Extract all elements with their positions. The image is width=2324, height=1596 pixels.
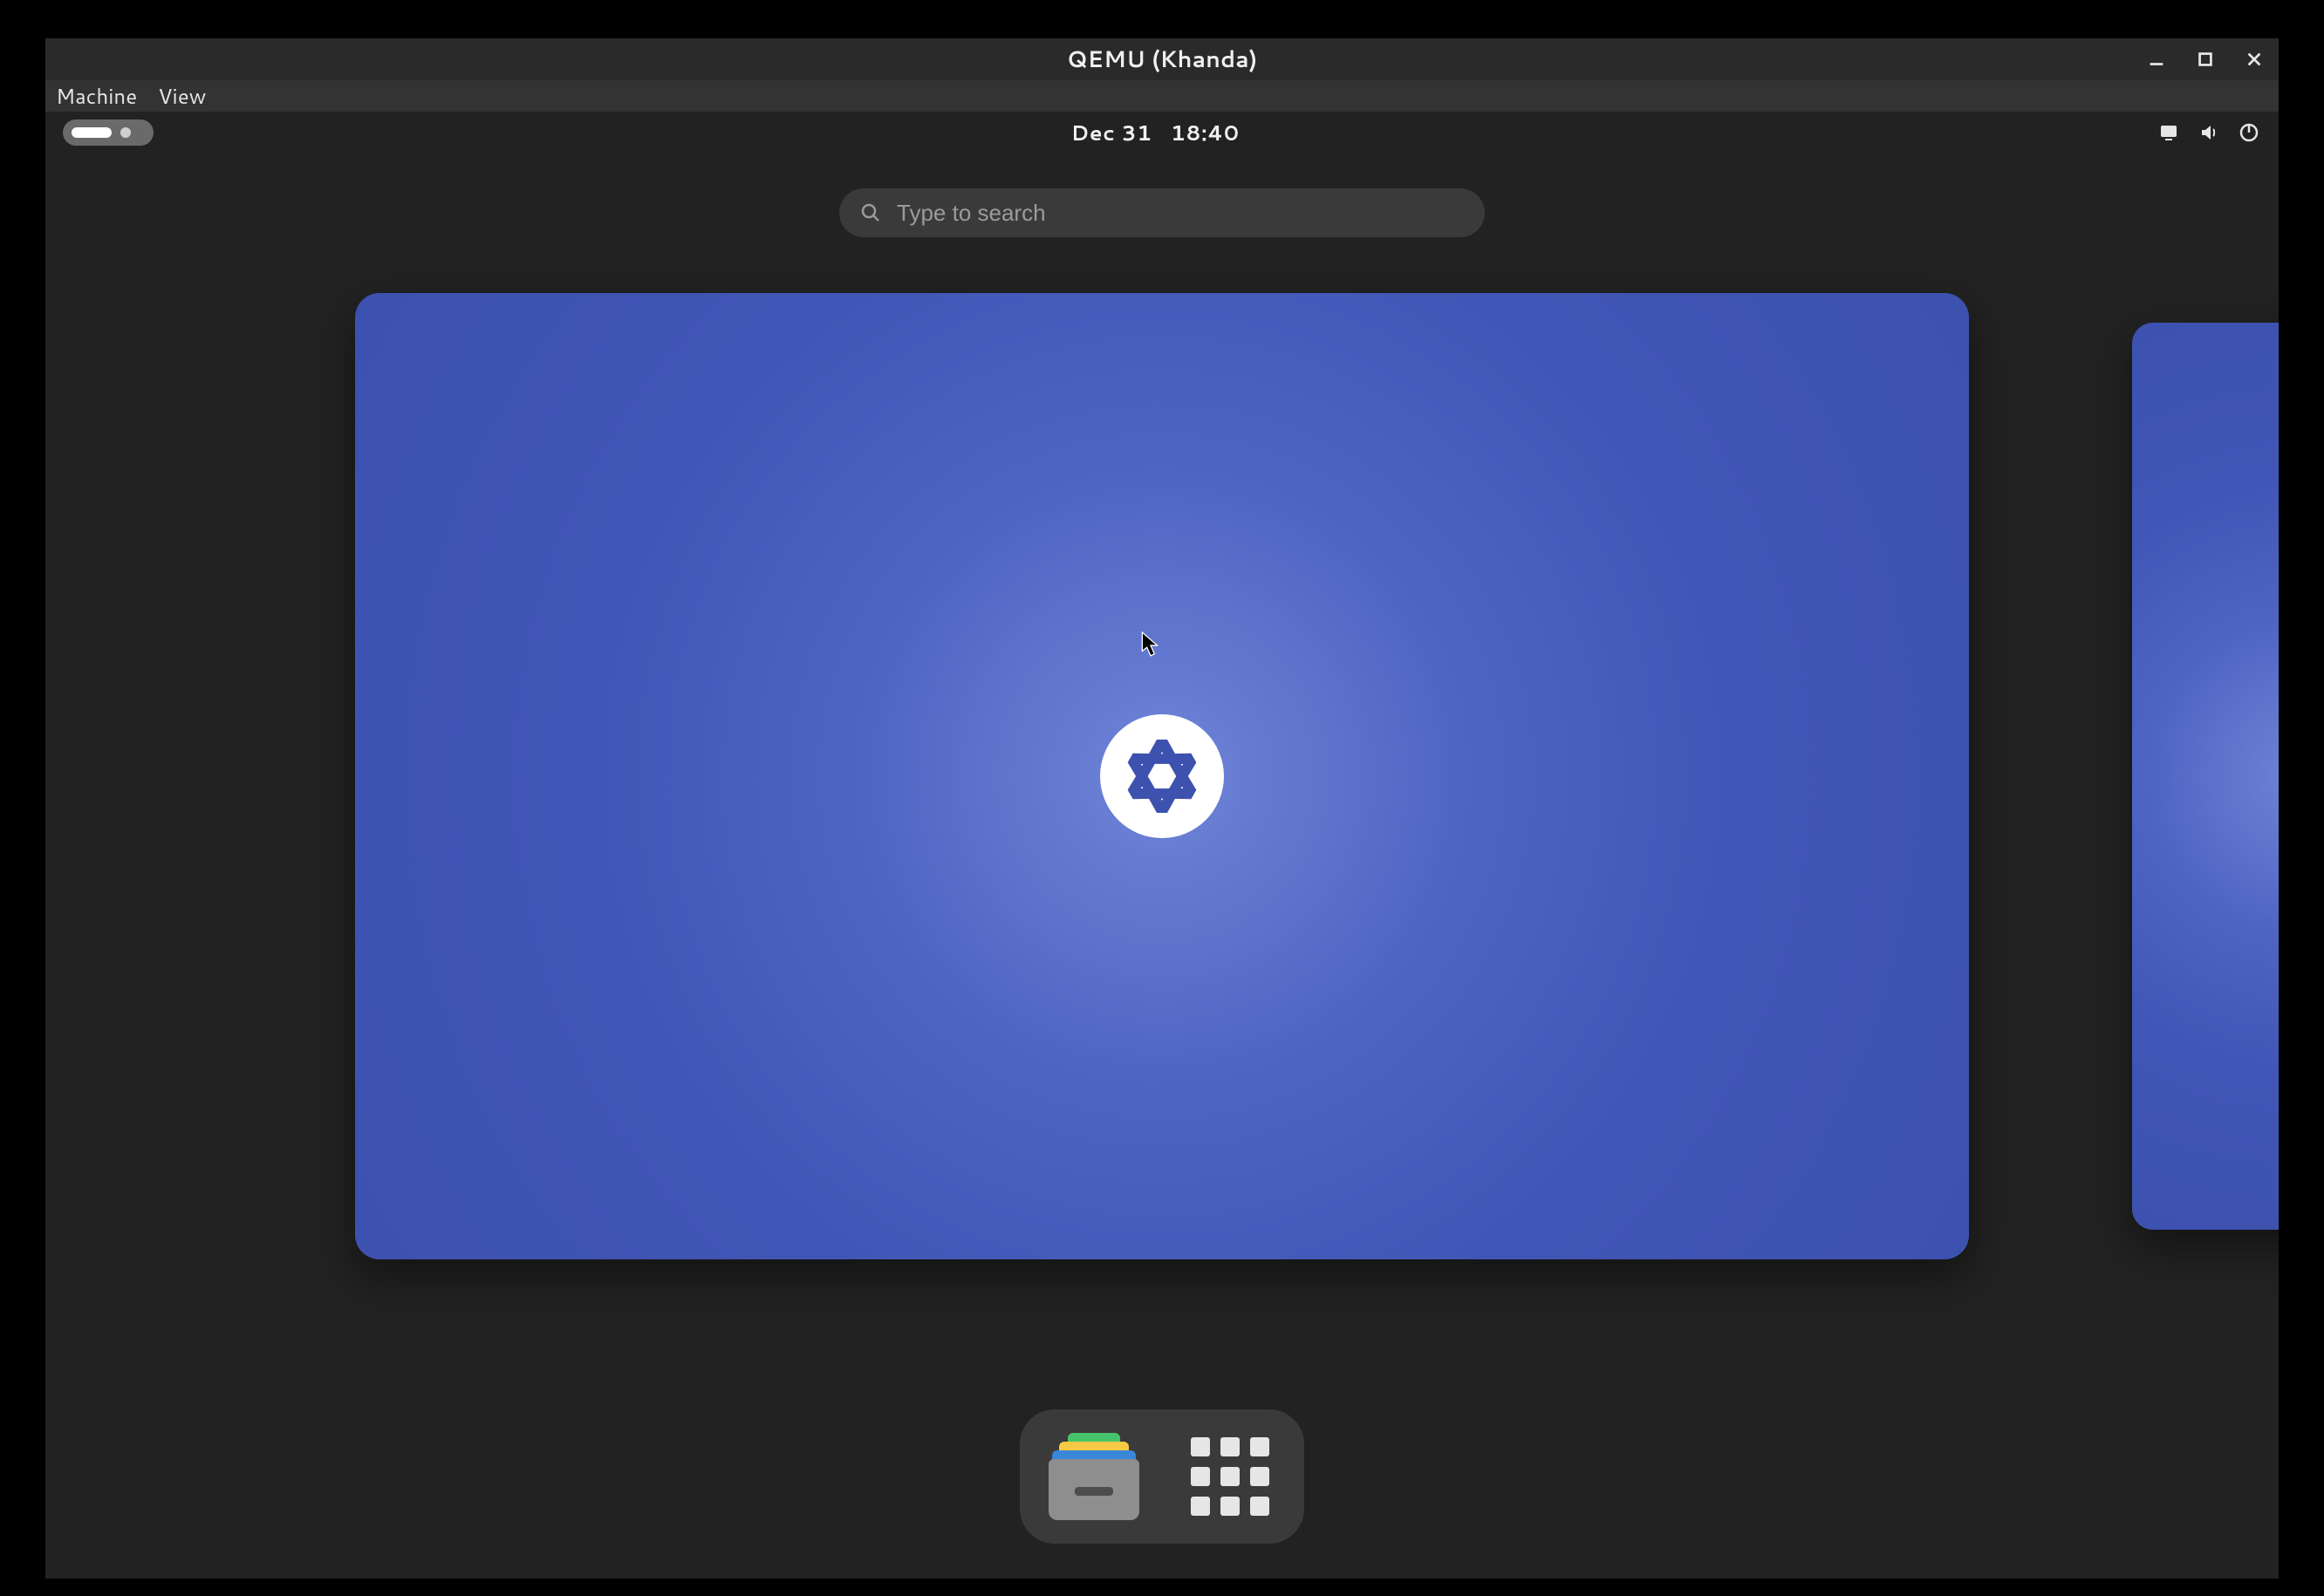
window-controls <box>2143 38 2268 80</box>
workspace-1[interactable] <box>355 293 1969 1259</box>
close-button[interactable] <box>2240 45 2268 73</box>
minimize-button[interactable] <box>2143 45 2170 73</box>
search-icon <box>860 202 881 223</box>
qemu-title: QEMU (Khanda) <box>1067 44 1258 75</box>
qemu-menubar: Machine View <box>45 80 2279 112</box>
app-grid-icon <box>1191 1437 1269 1516</box>
search-bar[interactable] <box>839 188 1485 237</box>
maximize-button[interactable] <box>2191 45 2219 73</box>
workspace-indicator-current <box>72 127 112 138</box>
menu-machine[interactable]: Machine <box>56 81 137 111</box>
clock-date: Dec 31 <box>1071 118 1152 147</box>
qemu-window: QEMU (Khanda) Machine View Dec 31 <box>45 38 2279 1579</box>
clock[interactable]: Dec 31 18:40 <box>1071 118 1240 147</box>
dash <box>1020 1409 1304 1544</box>
files-app[interactable] <box>1046 1429 1142 1524</box>
minimize-icon <box>2147 50 2166 69</box>
guest-screen: Dec 31 18:40 <box>45 112 2279 1579</box>
workspace-2[interactable] <box>2132 323 2279 1230</box>
power-icon[interactable] <box>2237 120 2261 145</box>
show-apps-button[interactable] <box>1182 1429 1278 1524</box>
system-status-area[interactable] <box>2157 120 2261 145</box>
menu-view[interactable]: View <box>158 81 206 111</box>
qemu-titlebar: QEMU (Khanda) <box>45 38 2279 80</box>
nixos-logo <box>1100 714 1224 838</box>
files-icon <box>1049 1433 1139 1520</box>
workspace-indicator-next <box>120 127 131 138</box>
volume-icon[interactable] <box>2197 120 2221 145</box>
clock-time: 18:40 <box>1171 118 1240 147</box>
gnome-topbar: Dec 31 18:40 <box>45 112 2279 153</box>
screen-icon[interactable] <box>2157 120 2181 145</box>
maximize-icon <box>2196 50 2215 69</box>
search-input[interactable] <box>897 200 1464 227</box>
close-icon <box>2245 50 2264 69</box>
activities-button[interactable] <box>63 119 154 146</box>
